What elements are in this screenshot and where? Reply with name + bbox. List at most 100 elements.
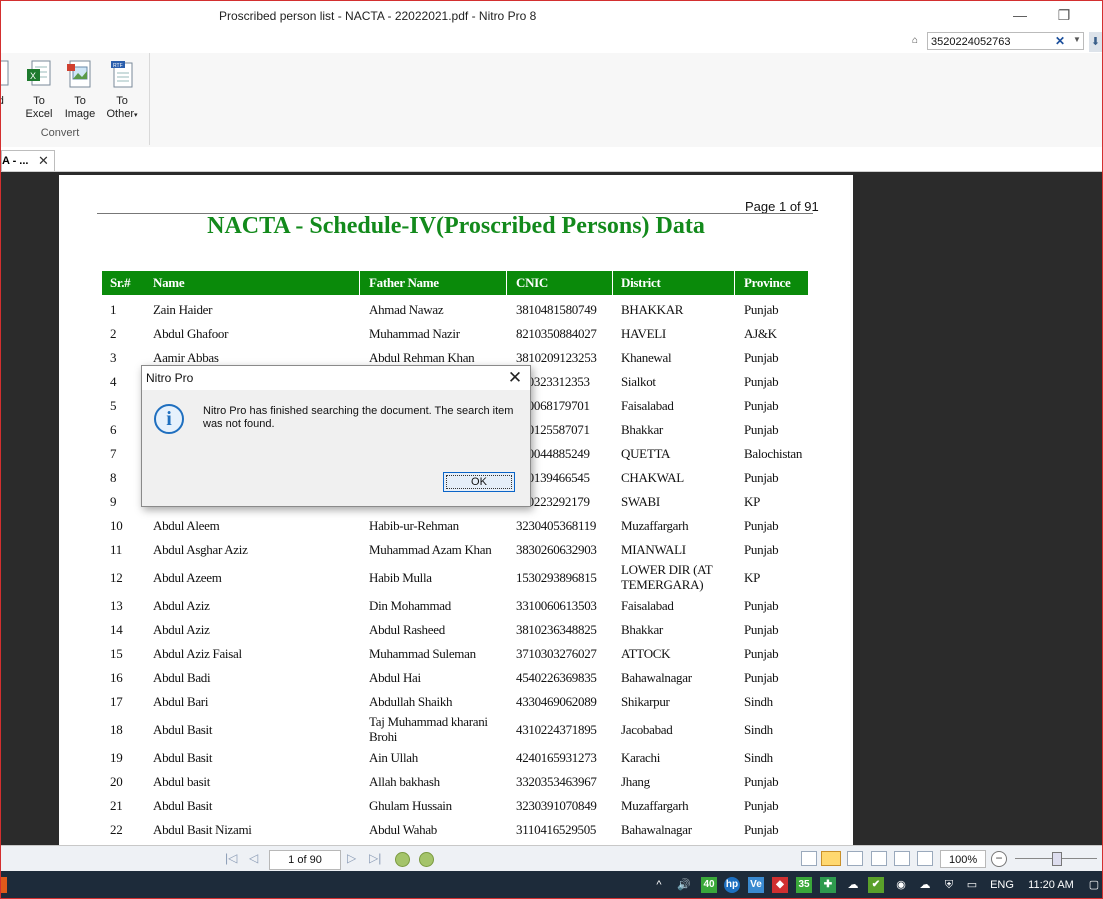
- fit-page-icon[interactable]: [894, 851, 910, 866]
- header-name: Name: [153, 275, 185, 290]
- cell-district: Jhang: [621, 773, 650, 789]
- table-row: 22 Abdul Basit Nizami Abdul Wahab 311041652…: [102, 817, 808, 841]
- cell-sr: 20: [110, 773, 123, 789]
- table-row: 14 Abdul Aziz Abdul Rasheed 3810236348825 Bh…: [102, 617, 808, 641]
- info-icon: i: [154, 404, 184, 434]
- cell-province: Punjab: [744, 669, 779, 685]
- cell-district: CHAKWAL: [621, 469, 684, 485]
- table-row: 11 Abdul Asghar Aziz Muhammad Azam Khan 383…: [102, 537, 808, 561]
- hp-icon[interactable]: hp: [724, 877, 740, 893]
- search-options-icon[interactable]: ⌂: [912, 35, 918, 46]
- cloud-off-icon[interactable]: ☁: [916, 876, 934, 894]
- notifications-icon[interactable]: ▢: [1087, 876, 1101, 894]
- cell-name: Abdul Basit Nizami: [153, 821, 252, 837]
- continuous-view-icon[interactable]: [821, 851, 841, 866]
- cell-district: MIANWALI: [621, 541, 686, 557]
- ve-icon[interactable]: Ve: [748, 877, 764, 893]
- back-view-icon[interactable]: [395, 852, 410, 867]
- clear-search-icon[interactable]: ✕: [1055, 34, 1065, 48]
- cell-sr: 1: [110, 301, 117, 317]
- cell-district: Karachi: [621, 749, 661, 765]
- to-excel-button[interactable]: X To Excel: [19, 59, 59, 125]
- zoom-level-input[interactable]: 100%: [940, 850, 986, 868]
- document-viewer[interactable]: Page 1 of 91 NACTA - Schedule-IV(Proscri…: [1, 172, 1102, 845]
- cell-father-name: Abdul Rasheed: [369, 621, 445, 637]
- cell-sr: 17: [110, 693, 123, 709]
- globe-icon[interactable]: ◉: [892, 876, 910, 894]
- svg-text:X: X: [30, 71, 36, 81]
- cell-district: SWABI: [621, 493, 660, 509]
- table-header-row: Sr.# Name Father Name CNIC District Prov…: [102, 271, 808, 295]
- previous-page-icon[interactable]: ◁: [249, 851, 258, 865]
- document-tab[interactable]: A - ... ✕: [1, 150, 55, 171]
- cell-name: Abdul Basit: [153, 797, 213, 813]
- anydesk-icon[interactable]: ◆: [772, 877, 788, 893]
- language-indicator[interactable]: ENG: [987, 876, 1017, 894]
- show-hidden-icons-icon[interactable]: ^: [652, 876, 666, 894]
- security-icon[interactable]: ⛨: [940, 876, 958, 894]
- table-row: 1 Zain Haider Ahmad Nawaz 3810481580749 BHAK…: [102, 297, 808, 321]
- to-other-label-1: To: [116, 95, 128, 107]
- cell-cnic: ?60323312353: [516, 373, 590, 389]
- volume-icon[interactable]: 🔊: [675, 876, 693, 894]
- zoom-out-icon[interactable]: −: [991, 851, 1007, 867]
- document-title: NACTA - Schedule-IV(Proscribed Persons) …: [207, 213, 705, 239]
- single-page-view-icon[interactable]: [801, 851, 817, 866]
- ok-button[interactable]: OK: [443, 472, 515, 492]
- zoom-slider-thumb[interactable]: [1052, 852, 1062, 866]
- cell-province: Punjab: [744, 397, 779, 413]
- cell-father-name: Habib-ur-Rehman: [369, 517, 459, 533]
- cell-sr: 2: [110, 325, 117, 341]
- close-tab-icon[interactable]: ✕: [38, 151, 49, 171]
- header-cnic: CNIC: [516, 275, 549, 290]
- search-next-icon[interactable]: ⬇: [1089, 32, 1102, 52]
- to-image-button[interactable]: To Image: [60, 59, 100, 125]
- cell-district: HAVELI: [621, 325, 666, 341]
- table-row: 10 Abdul Aleem Habib-ur-Rehman 323040536811…: [102, 513, 808, 537]
- facing-view-icon[interactable]: [847, 851, 863, 866]
- cell-cnic: 4240165931273: [516, 749, 597, 765]
- document-tabs: A - ... ✕: [1, 147, 1102, 172]
- green-app-icon[interactable]: ✚: [820, 877, 836, 893]
- cell-cnic: 3810209123253: [516, 349, 597, 365]
- cell-province: KP: [744, 493, 761, 509]
- table-row: 20 Abdul basit Allah bakhash 3320353463967 J…: [102, 769, 808, 793]
- cell-sr: 14: [110, 621, 123, 637]
- forward-view-icon[interactable]: [419, 852, 434, 867]
- clock[interactable]: 11:20 AM: [1023, 876, 1079, 894]
- network-icon[interactable]: ▭: [963, 876, 981, 894]
- app-icon[interactable]: [1, 877, 7, 893]
- first-page-icon[interactable]: |◁: [225, 851, 237, 865]
- cell-cnic: 4540226369835: [516, 669, 597, 685]
- word-doc-icon: W: [1, 59, 14, 91]
- cell-father-name: Abdul Hai: [369, 669, 421, 685]
- cell-cnic: ?10068179701: [516, 397, 590, 413]
- cloud-icon[interactable]: ☁: [844, 876, 862, 894]
- cell-cnic: ?20223292179: [516, 493, 590, 509]
- check-app-icon[interactable]: ✔: [868, 877, 884, 893]
- minimize-button[interactable]: —: [1005, 5, 1035, 25]
- cell-district: Bahawalnagar: [621, 669, 692, 685]
- cell-name: Zain Haider: [153, 301, 213, 317]
- to-other-button[interactable]: RTF To Other▾: [102, 59, 142, 125]
- cell-district: Sialkot: [621, 373, 656, 389]
- header-province: Province: [744, 275, 791, 290]
- page-number-input[interactable]: 1 of 90: [269, 850, 341, 870]
- fit-width-icon[interactable]: [917, 851, 933, 866]
- badge-40-icon[interactable]: 40: [701, 877, 717, 893]
- cell-cnic: ?20139466545: [516, 469, 590, 485]
- search-result-dialog: Nitro Pro ✕ i Nitro Pro has finished sea…: [141, 365, 531, 507]
- next-page-icon[interactable]: ▷: [347, 851, 356, 865]
- search-dropdown-icon[interactable]: ▼: [1073, 35, 1081, 44]
- facing-continuous-icon[interactable]: [871, 851, 887, 866]
- dialog-close-icon[interactable]: ✕: [504, 367, 526, 389]
- last-page-icon[interactable]: ▷|: [369, 851, 381, 865]
- cell-name: Abdul Basit: [153, 749, 213, 765]
- cell-name: Abdul Aleem: [153, 517, 220, 533]
- badge-35-icon[interactable]: 35: [796, 877, 812, 893]
- to-word-button[interactable]: W rd: [1, 59, 19, 125]
- cell-province: Punjab: [744, 349, 779, 365]
- cell-cnic: ?40044885249: [516, 445, 590, 461]
- image-doc-icon: [65, 59, 95, 91]
- restore-button[interactable]: ❐: [1049, 5, 1079, 25]
